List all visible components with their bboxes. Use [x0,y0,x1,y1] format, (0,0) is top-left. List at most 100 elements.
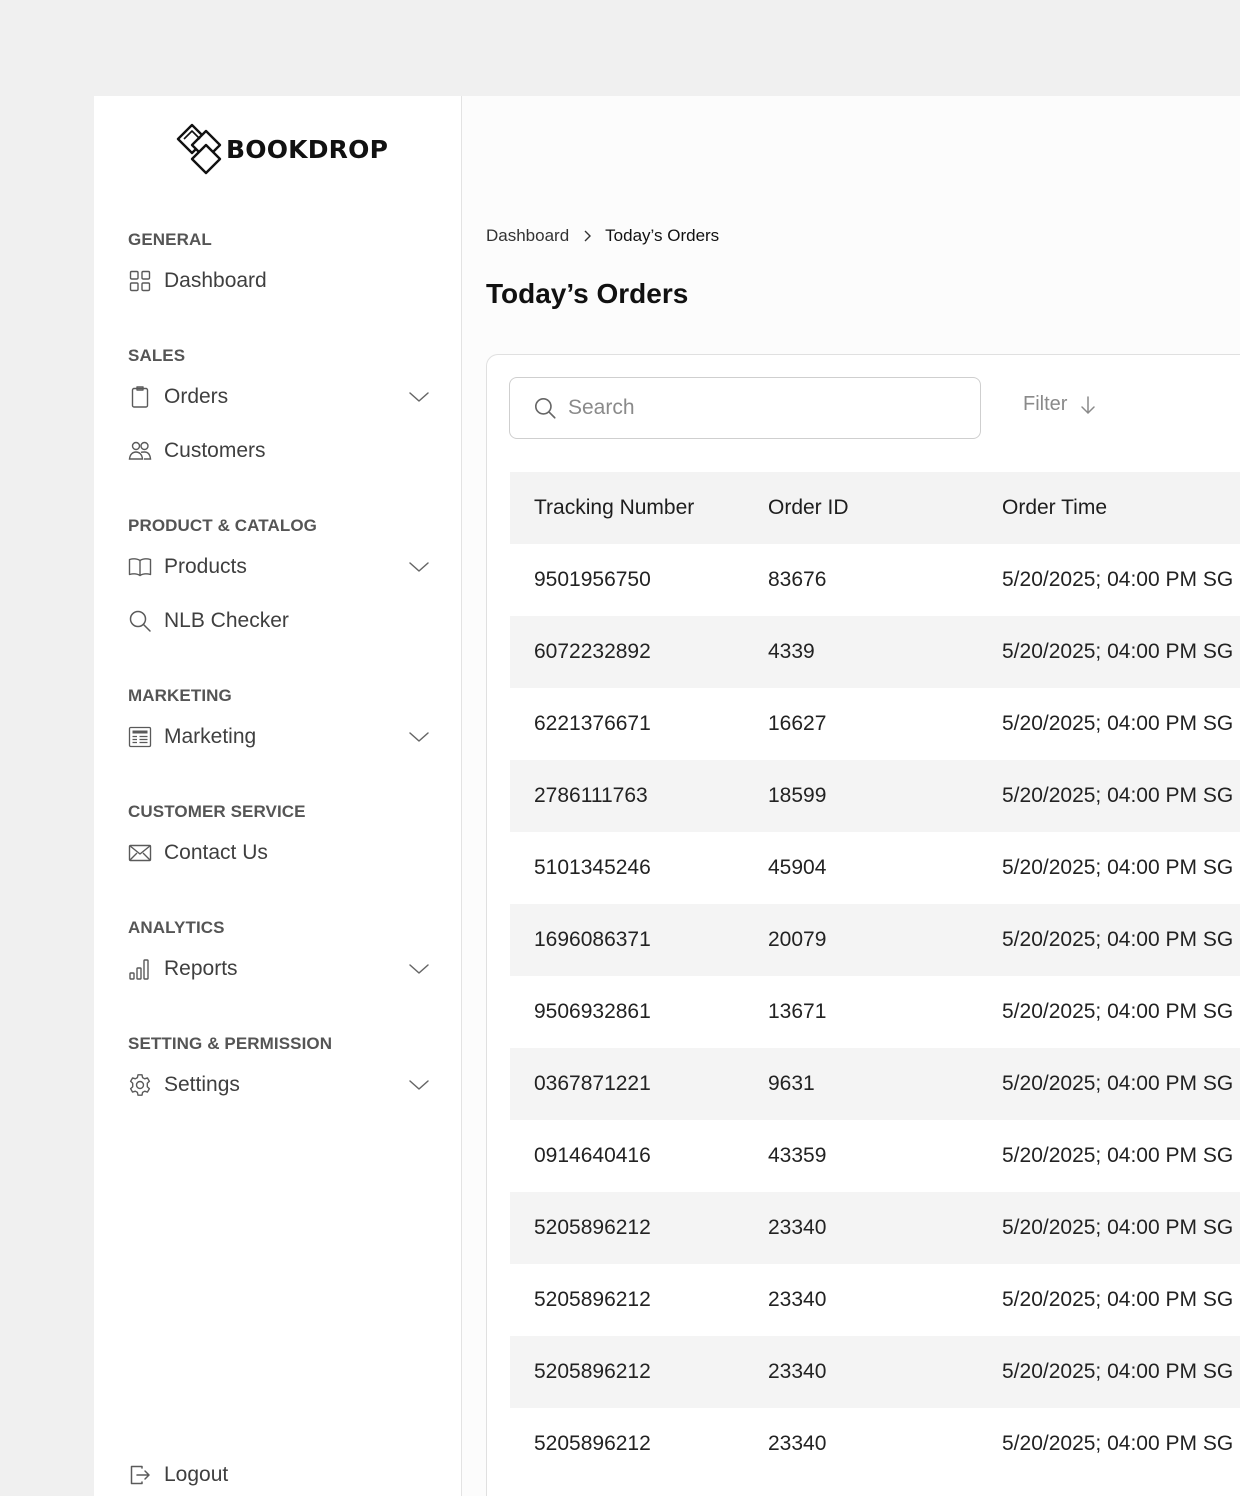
nav-section-title: SETTING & PERMISSION [128,1034,333,1053]
clipboard-icon [128,385,152,409]
sidebar-item-settings[interactable]: Settings [128,1058,430,1112]
cell-order-time: 5/20/2025; 04:00 PM SG [1002,1000,1234,1023]
column-header-order-time[interactable]: Order Time [1002,496,1107,520]
sidebar-item-products[interactable]: Products [128,540,430,594]
chevron-down-icon[interactable] [408,386,430,408]
nav-section-title: CUSTOMER SERVICE [128,802,306,821]
cell-tracking-number: 9506932861 [534,1000,651,1023]
cell-tracking-number: 0367871221 [534,1072,651,1095]
newspaper-icon [128,725,152,749]
cell-tracking-number: 2786111763 [534,784,648,807]
column-header-tracking-number[interactable]: Tracking Number [534,496,694,520]
nav-section-general: GENERAL Dashboard [128,226,430,308]
sidebar-item-label: Reports [164,957,238,980]
cell-order-id: 23340 [768,1288,827,1311]
cell-order-time: 5/20/2025; 04:00 PM SG [1002,640,1234,663]
page-title: Today’s Orders [486,278,689,309]
nav-section-title: MARKETING [128,686,232,705]
sidebar-item-nlb-checker[interactable]: NLB Checker [128,594,430,648]
table-row[interactable]: 5205896212 23340 5/20/2025; 04:00 PM SG [510,1264,1240,1336]
book-icon [128,555,152,579]
cell-order-id: 16627 [768,712,827,735]
cell-order-id: 20079 [768,928,827,951]
breadcrumb: Dashboard Today’s Orders [486,226,719,246]
nav-section-title: SALES [128,346,186,365]
table-row[interactable]: 5101345246 45904 5/20/2025; 04:00 PM SG [510,832,1240,904]
nav-section-spacer [128,996,430,1030]
sidebar-item-customers[interactable]: Customers [128,424,430,478]
orders-table: Tracking Number Order ID Order Time 9501… [510,472,1240,1480]
mail-icon [128,841,152,865]
nav-section-title: ANALYTICS [128,918,225,937]
nav-section-analytics: ANALYTICS Reports [128,914,430,996]
sidebar-item-marketing[interactable]: Marketing [128,710,430,764]
nav-section-setting-and-permission: SETTING & PERMISSION Settings [128,1030,430,1112]
filter-button[interactable]: Filter [1023,393,1099,416]
users-icon [128,439,152,463]
cell-order-id: 23340 [768,1432,827,1455]
search-input[interactable] [568,396,948,420]
table-row[interactable]: 0914640416 43359 5/20/2025; 04:00 PM SG [510,1120,1240,1192]
cell-tracking-number: 5205896212 [534,1216,651,1239]
column-header-order-id[interactable]: Order ID [768,496,849,520]
filter-label: Filter [1023,393,1068,415]
nav-section-customer-service: CUSTOMER SERVICE Contact Us [128,798,430,880]
cell-order-time: 5/20/2025; 04:00 PM SG [1002,1144,1234,1167]
cell-tracking-number: 5205896212 [534,1360,651,1383]
breadcrumb-current: Today’s Orders [605,226,720,245]
cell-order-time: 5/20/2025; 04:00 PM SG [1002,856,1234,879]
chevron-down-icon[interactable] [408,556,430,578]
chevron-down-icon[interactable] [408,726,430,748]
sidebar-item-label: Customers [164,439,266,462]
table-row[interactable]: 5205896212 23340 5/20/2025; 04:00 PM SG [510,1336,1240,1408]
table-header: Tracking Number Order ID Order Time [510,472,1240,544]
table-row[interactable]: 1696086371 20079 5/20/2025; 04:00 PM SG [510,904,1240,976]
sidebar-item-reports[interactable]: Reports [128,942,430,996]
cell-tracking-number: 5205896212 [534,1288,651,1311]
logout-button[interactable]: Logout [128,1458,228,1492]
table-row[interactable]: 0367871221 9631 5/20/2025; 04:00 PM SG [510,1048,1240,1120]
brand-logo[interactable]: BOOKDROP [174,122,388,176]
sidebar-item-dashboard[interactable]: Dashboard [128,254,430,308]
table-row[interactable]: 6221376671 16627 5/20/2025; 04:00 PM SG [510,688,1240,760]
gear-icon [128,1073,152,1097]
logout-label: Logout [164,1463,229,1486]
table-row[interactable]: 9501956750 83676 5/20/2025; 04:00 PM SG [510,544,1240,616]
cell-tracking-number: 5205896212 [534,1432,651,1455]
sidebar-nav: GENERAL Dashboard SALES Orders Customers PROD… [128,226,430,1112]
cell-order-time: 5/20/2025; 04:00 PM SG [1002,1432,1234,1455]
nav-section-spacer [128,478,430,512]
cell-order-time: 5/20/2025; 04:00 PM SG [1002,784,1234,807]
nav-section-title: PRODUCT & CATALOG [128,516,317,535]
table-row[interactable]: 5205896212 23340 5/20/2025; 04:00 PM SG [510,1192,1240,1264]
cell-order-time: 5/20/2025; 04:00 PM SG [1002,1360,1234,1383]
nav-section-product-and-catalog: PRODUCT & CATALOG Products NLB Checker [128,512,430,648]
table-row[interactable]: 2786111763 18599 5/20/2025; 04:00 PM SG [510,760,1240,832]
sidebar-item-label: NLB Checker [164,609,289,632]
table-row[interactable]: 9506932861 13671 5/20/2025; 04:00 PM SG [510,976,1240,1048]
search-icon [128,609,152,633]
breadcrumb-dashboard-link[interactable]: Dashboard [486,226,569,246]
cell-order-id: 9631 [768,1072,815,1095]
chevron-down-icon[interactable] [408,1074,430,1096]
search-box[interactable] [509,377,981,439]
sidebar-item-orders[interactable]: Orders [128,370,430,424]
nav-section-title: GENERAL [128,230,212,249]
sidebar-item-contact-us[interactable]: Contact Us [128,826,430,880]
chevron-down-icon[interactable] [408,958,430,980]
nav-section-spacer [128,764,430,798]
cell-order-id: 23340 [768,1360,827,1383]
cell-tracking-number: 0914640416 [534,1144,651,1167]
cell-order-id: 45904 [768,856,827,879]
chevron-right-icon [584,230,592,242]
cell-tracking-number: 1696086371 [534,928,651,951]
sidebar-item-label: Settings [164,1073,240,1096]
table-row[interactable]: 5205896212 23340 5/20/2025; 04:00 PM SG [510,1408,1240,1480]
nav-section-spacer [128,880,430,914]
nav-section-spacer [128,648,430,682]
bar-chart-icon [128,957,152,981]
grid-icon [128,269,152,293]
sidebar-item-label: Products [164,555,247,578]
search-icon [534,397,556,419]
table-row[interactable]: 6072232892 4339 5/20/2025; 04:00 PM SG [510,616,1240,688]
